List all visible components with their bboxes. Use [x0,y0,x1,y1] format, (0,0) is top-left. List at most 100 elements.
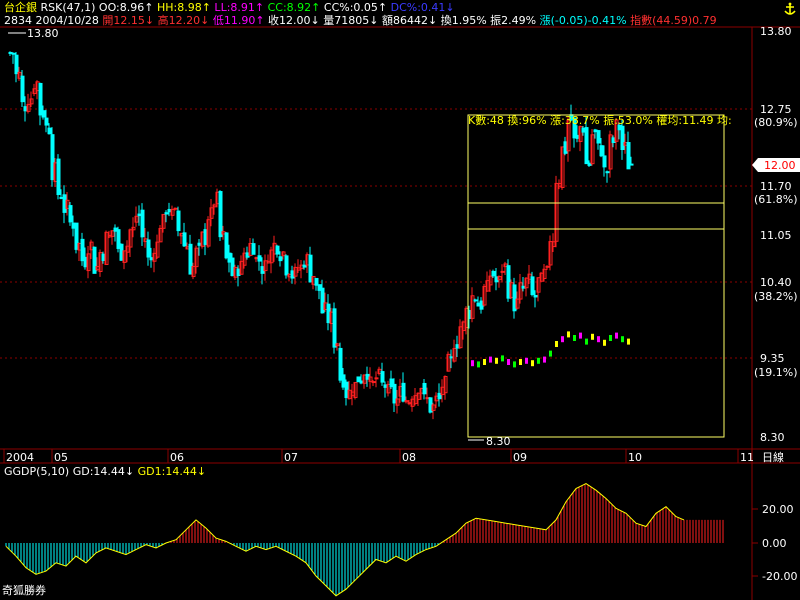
price-tick-label: 13.80 [760,25,792,38]
box-candle [561,336,564,343]
header-item: 指數(44.59)0.79 [627,13,717,27]
candle-body [599,145,604,157]
price-tick-label: (61.8%) [754,193,798,206]
header-item: CC%:0.05↑ [320,1,387,14]
price-tick-label: 11.05 [760,229,792,242]
box-candle [579,332,582,339]
svg-text:13.80: 13.80 [27,27,59,40]
candle-body [68,205,73,223]
box-candle [477,361,480,368]
header-item: OO:8.96↑ [95,1,153,14]
time-label: 10 [628,451,642,464]
candle-body [629,163,634,166]
box-candle [591,333,594,340]
candle-body [284,255,289,276]
candle-body [533,294,538,298]
header-item: DC%:0.41↓ [387,1,455,14]
candle-body [56,158,61,196]
anchor-icon[interactable] [784,2,796,15]
box-candle [495,357,498,364]
header-item: 台企銀 [4,0,37,14]
candle-body [275,245,280,255]
indicator-label-item: GGDP(5,10) [4,465,69,478]
box-candle [519,359,522,365]
candle-body [278,256,283,262]
box-candle [615,332,618,339]
candle-body [47,127,52,135]
candle-body [140,209,145,238]
box-candle [609,335,612,341]
box-candle [627,338,630,345]
candle-body [602,155,607,168]
header-line-1: 台企銀 RSK(47,1) OO:8.96↑ HH:8.98↑ LL:8.91↑… [4,0,455,14]
box-candle [555,341,558,347]
header-item: 2834 2004/10/28 [4,14,99,27]
candle-body [620,125,625,151]
svg-text:12.00: 12.00 [764,159,796,172]
box-candle [501,355,504,362]
chart-canvas[interactable]: 台企銀 RSK(47,1) OO:8.96↑ HH:8.98↑ LL:8.91↑… [0,0,800,600]
header-item: 低11.90↑ [209,14,264,27]
price-tick-label: 12.75 [760,103,792,116]
candle-body [176,210,181,232]
range-box[interactable] [467,114,725,438]
price-tick-label: 10.40 [760,276,792,289]
indicator-tick-label: -20.00 [762,570,797,583]
box-candle [537,357,540,364]
header-item: RSK(47,1) [37,1,95,14]
time-label: 05 [54,451,68,464]
candle-body [173,207,178,210]
header-item: CC:8.92↑ [264,1,320,14]
candle-body [371,381,376,384]
price-tick-label: (80.9%) [754,116,798,129]
price-panel-frame [0,26,800,600]
indicator-axis: 20.00 0.00 -20.00 [752,503,797,583]
candle-body [146,239,151,258]
svg-text:8.30: 8.30 [486,435,511,448]
stock-chart-window: 台企銀 RSK(47,1) OO:8.96↑ HH:8.98↑ LL:8.91↑… [0,0,800,600]
box-candle [483,359,486,365]
candle-body [251,243,256,255]
header-item: 漲(-0.05)-0.41% [536,14,626,27]
candle-body [218,191,223,238]
header-item: 量71805↓ [320,14,379,27]
high-marker: 13.80 [8,27,59,40]
candle-body [473,299,478,302]
candle-body [605,171,610,174]
time-axis: 2004 05 06 07 08 09 10 11 日線 [3,449,784,464]
indicator-tick-label: 0.00 [762,537,787,550]
time-label: 11 [740,451,754,464]
price-tick-label: 9.35 [760,352,785,365]
box-candle [489,356,492,363]
time-label: 2004 [6,451,34,464]
header-item: 振2.49% [487,13,536,27]
box-candle [549,350,552,357]
candle-body [332,308,337,348]
header-line-2: 2834 2004/10/28 開12.15↓ 高12.20↓ 低11.90↑ … [4,13,717,27]
candle-body [374,377,379,380]
box-candle [543,356,546,363]
candle-body [545,265,550,268]
candle-body [44,117,49,126]
price-tick-label: (38.2%) [754,290,798,303]
candle-body [257,255,262,262]
candle-body [422,382,427,395]
price-tick-label: 11.70 [760,180,792,193]
header-item: 收12.00↓ [265,13,320,27]
box-candle [573,335,576,341]
header-item: 高12.20↓ [154,13,209,27]
box-candle [507,359,510,365]
indicator-tick-label: 20.00 [762,503,794,516]
candle-body [41,110,46,118]
candle-body [596,130,601,144]
candle-body [530,276,535,295]
time-label: 09 [513,451,527,464]
current-price-tag: 12.00 [752,158,800,172]
price-tick-label: (19.1%) [754,366,798,379]
candle-body [182,232,187,247]
header-item: 開12.15↓ [99,14,154,27]
candle-body [500,270,505,273]
box-candle [513,361,516,368]
candle-body [11,52,16,55]
time-label: 06 [170,451,184,464]
